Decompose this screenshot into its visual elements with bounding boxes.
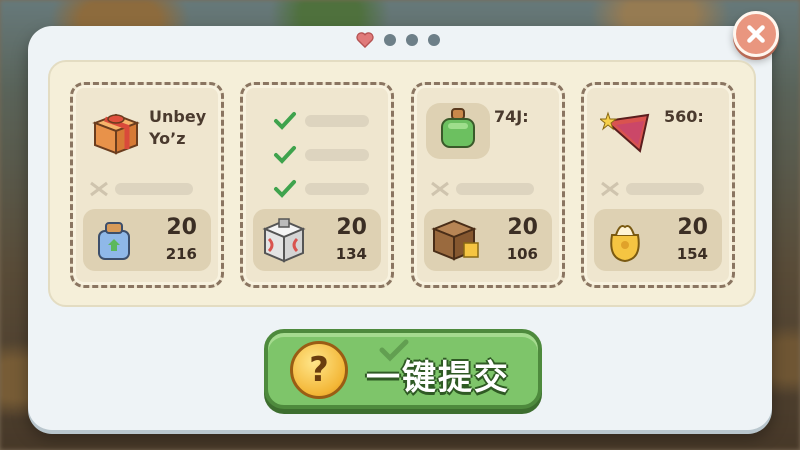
reward-points: 154	[676, 245, 708, 263]
reward-box: 20 216	[83, 209, 211, 271]
page-dot[interactable]	[428, 34, 440, 46]
reward-quantity: 20	[507, 215, 538, 240]
order-card-2[interactable]: 20 134	[240, 82, 394, 288]
order-name-line1: Unbey	[149, 107, 207, 126]
heart-page-icon[interactable]	[356, 32, 374, 48]
order-card-4[interactable]: 560: 20 154	[581, 82, 735, 288]
progress-bar	[456, 183, 534, 195]
checklist-item	[273, 145, 369, 165]
magic-hat-icon	[600, 111, 650, 153]
progress-bar	[115, 183, 193, 195]
gift-box-icon	[92, 113, 140, 155]
tools-icon	[601, 181, 619, 197]
green-jar-icon	[441, 108, 475, 148]
check-icon	[274, 146, 296, 164]
page-dot[interactable]	[384, 34, 396, 46]
check-icon	[274, 112, 296, 130]
reward-points: 106	[506, 245, 538, 263]
white-gift-box-icon	[262, 218, 306, 263]
blue-jar-icon	[98, 222, 130, 260]
progress-bar	[626, 183, 704, 195]
order-name-line2: Yo’z	[149, 129, 186, 148]
crate-icon	[431, 219, 479, 261]
reward-quantity: 20	[166, 215, 197, 240]
faint-check-icon	[379, 339, 409, 362]
checklist-bar	[305, 183, 369, 195]
order-card-3[interactable]: 74J: 20 106	[411, 82, 565, 288]
order-card-1[interactable]: Unbey Yo’z 20 216	[70, 82, 224, 288]
reward-quantity: 20	[336, 215, 367, 240]
checklist-bar	[305, 115, 369, 127]
checklist-bar	[305, 149, 369, 161]
close-button[interactable]	[733, 11, 779, 57]
order-name: 560:	[664, 107, 704, 126]
progress-row	[89, 181, 193, 197]
check-icon	[274, 180, 296, 198]
close-icon	[747, 25, 765, 43]
tools-icon	[431, 181, 449, 197]
golden-bag-icon	[610, 225, 640, 263]
progress-row	[600, 181, 704, 197]
progress-row	[430, 181, 534, 197]
reward-box: 20 134	[253, 209, 381, 271]
reward-quantity: 20	[677, 215, 708, 240]
page-dot[interactable]	[406, 34, 418, 46]
checklist-item	[273, 111, 369, 131]
reward-box: 20 106	[424, 209, 552, 271]
checklist-item	[273, 179, 369, 199]
order-name: 74J:	[494, 107, 529, 126]
page-indicator	[356, 32, 440, 48]
reward-points: 216	[165, 245, 197, 263]
reward-points: 134	[335, 245, 367, 263]
question-coin-icon: ?	[290, 341, 348, 399]
reward-box: 20 154	[594, 209, 722, 271]
tools-icon	[90, 181, 108, 197]
